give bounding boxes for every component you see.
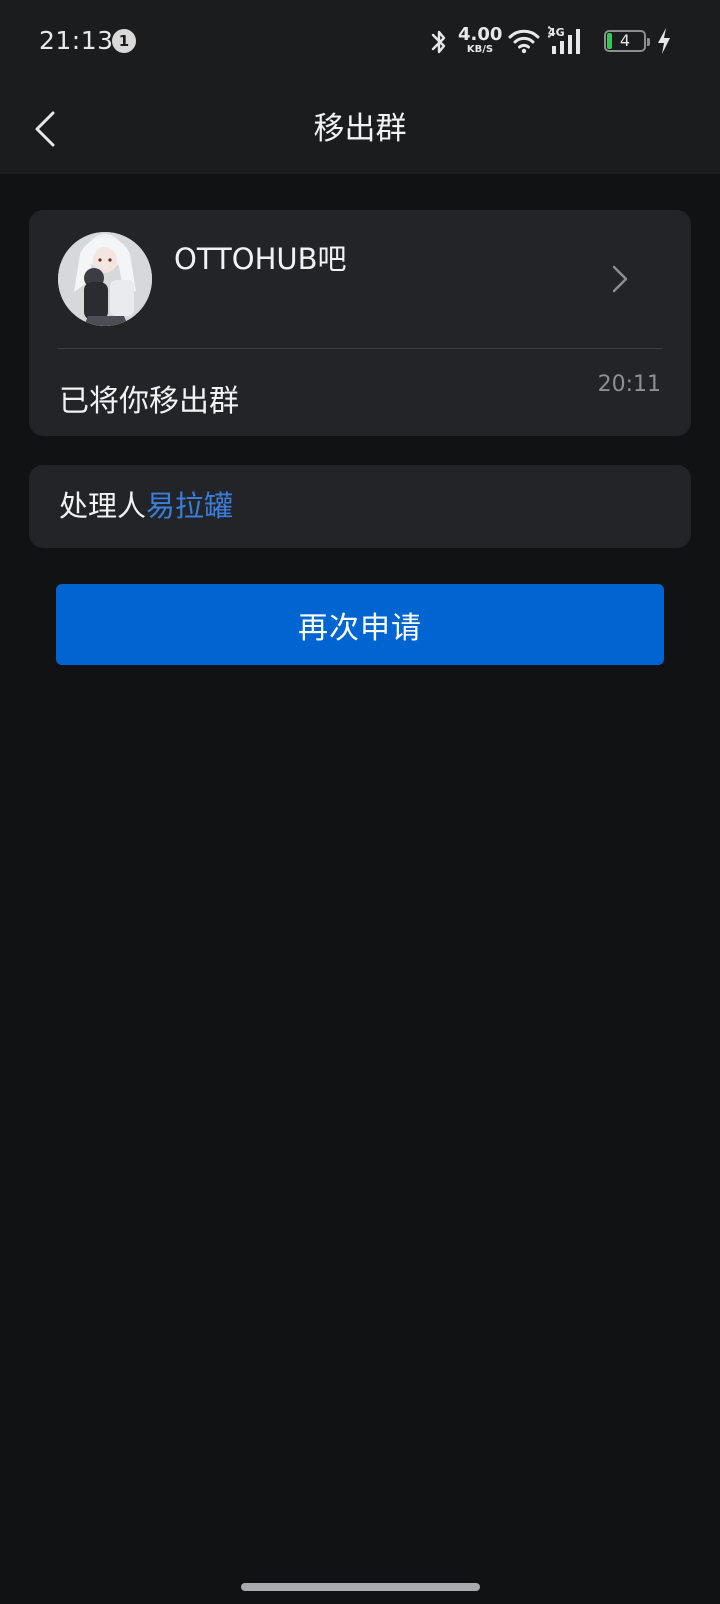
handler-row: 处理人易拉罐 (59, 488, 233, 524)
group-card: OTTOHUB吧 已将你移出群 20:11 (29, 210, 691, 436)
screen: 21:13 1 4.00 KB/S 4G 4 移出群 OTTOHUB吧 已将你移… (0, 0, 720, 1604)
wifi-icon (508, 29, 540, 54)
group-row[interactable]: OTTOHUB吧 (29, 210, 691, 348)
nav-bar: 移出群 (0, 84, 720, 174)
chevron-right-icon (612, 265, 628, 293)
network-speed-unit: KB/S (466, 44, 494, 55)
bluetooth-icon (431, 30, 446, 54)
back-arrow-icon (35, 111, 55, 147)
signal-icon: 4G (548, 26, 596, 56)
removal-time: 20:11 (597, 372, 661, 397)
page-title: 移出群 (313, 111, 407, 147)
notification-badge: 1 (112, 29, 136, 53)
battery-icon: 4 (604, 30, 650, 52)
handler-label: 处理人 (59, 489, 147, 523)
home-indicator[interactable] (241, 1583, 480, 1591)
group-avatar (58, 232, 152, 326)
handler-name-link[interactable]: 易拉罐 (146, 489, 233, 523)
network-speed-value: 4.00 (458, 24, 503, 45)
status-time: 21:13 (39, 26, 114, 55)
removal-message: 已将你移出群 (59, 384, 239, 419)
charging-icon (658, 28, 670, 54)
divider (58, 348, 662, 349)
group-name: OTTOHUB吧 (174, 242, 347, 276)
status-bar: 21:13 1 4.00 KB/S 4G 4 (0, 0, 720, 84)
reapply-button[interactable]: 再次申请 (56, 584, 664, 665)
battery-level: 4 (619, 31, 631, 50)
back-button[interactable] (20, 104, 70, 154)
network-speed: 4.00 KB/S (458, 26, 502, 56)
handler-card: 处理人易拉罐 (29, 465, 691, 548)
